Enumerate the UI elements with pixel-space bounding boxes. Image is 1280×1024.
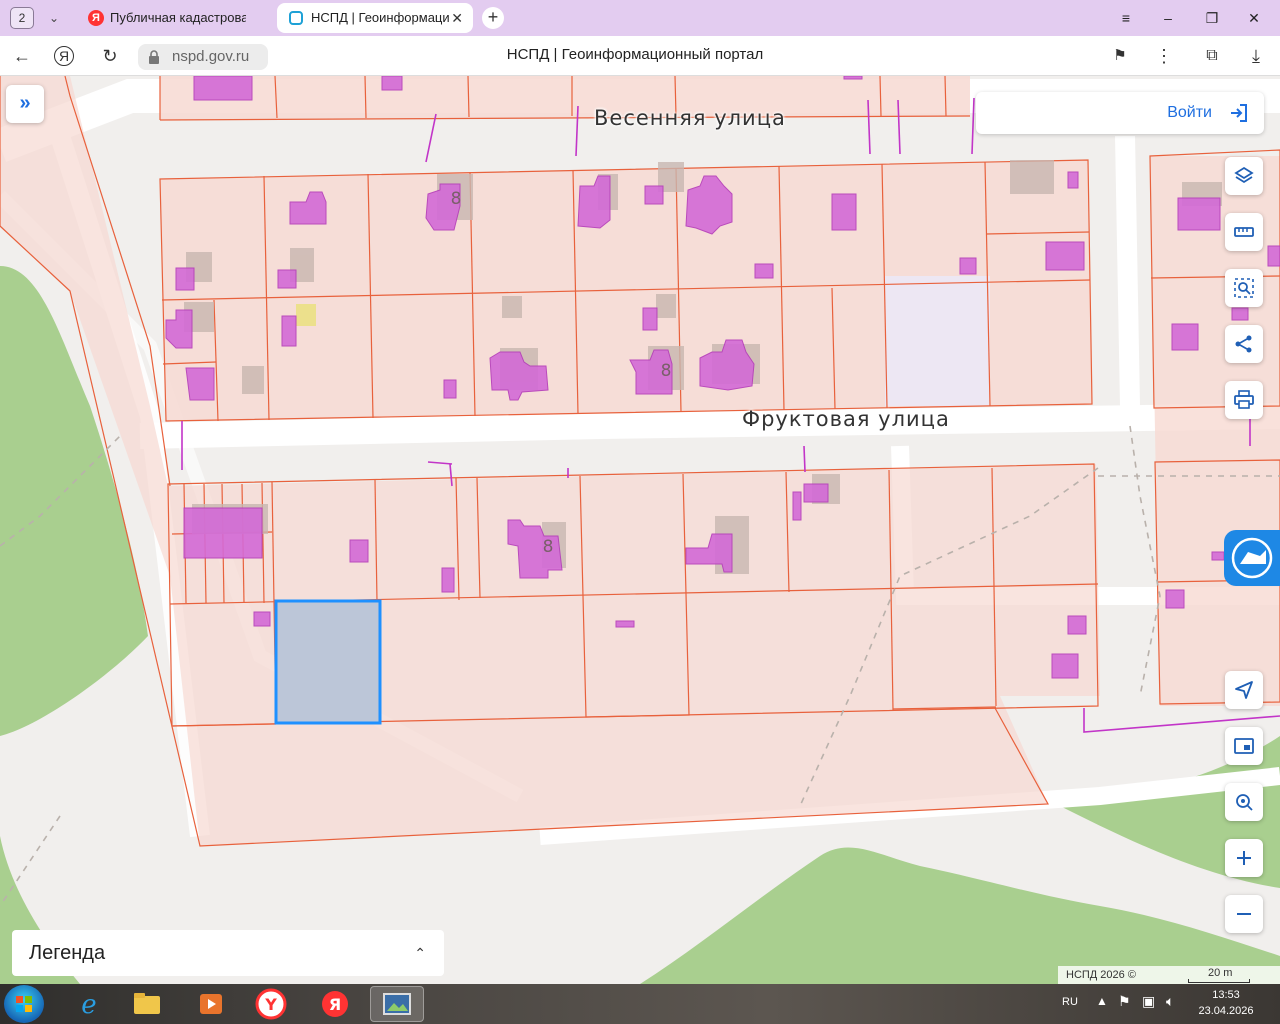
legend-dropdown[interactable]: Легенда ⌃⌄: [12, 930, 444, 976]
yandex-browser-icon: Y: [255, 988, 287, 1020]
download-icon[interactable]: ⤓: [1244, 44, 1268, 68]
media-player-icon: [200, 994, 222, 1014]
windows-taskbar: e Y Я RU ▲ ⚑ ▣ 🔈︎ 13:53 23.04.2026: [0, 984, 1280, 1024]
location-search-icon: [1236, 794, 1253, 811]
selected-parcel[interactable]: [274, 599, 382, 725]
login-icon: [1231, 104, 1247, 122]
share-icon: [1235, 335, 1252, 353]
tab-nspd[interactable]: НСПД | Геоинформаци ✕: [277, 3, 473, 33]
language-indicator[interactable]: RU: [1062, 996, 1078, 1008]
folder-icon: [134, 993, 160, 1014]
svg-text:e: e: [81, 990, 96, 1019]
layers-icon: [1234, 166, 1254, 184]
house-number: 8: [543, 537, 554, 557]
close-tab-icon[interactable]: ✕: [451, 3, 463, 33]
extensions-icon[interactable]: ⧉: [1200, 44, 1224, 68]
search-place-button[interactable]: [1225, 783, 1263, 821]
image-viewer-icon: [383, 993, 411, 1015]
chevron-down-icon[interactable]: ⌄: [44, 8, 64, 28]
yandex-favicon-icon: Я: [88, 10, 104, 26]
my-location-button[interactable]: [1225, 671, 1263, 709]
close-window-icon[interactable]: ✕: [1242, 6, 1266, 30]
network-icon[interactable]: ▣: [1142, 993, 1155, 1010]
attribution-text: НСПД 2026 ©: [1066, 969, 1136, 981]
area-search-icon: [1234, 278, 1254, 298]
start-button[interactable]: [4, 985, 44, 1023]
share-button[interactable]: [1225, 325, 1263, 363]
house-number: 8: [451, 189, 462, 209]
scale-bar: [1188, 979, 1250, 983]
login-button[interactable]: Войти: [976, 92, 1264, 134]
minus-icon: [1237, 913, 1251, 915]
address-bar: ← Я ↻ nspd.gov.ru НСПД | Геоинформационн…: [0, 36, 1280, 76]
more-options-icon[interactable]: ⋮: [1152, 44, 1176, 68]
navigation-arrow-icon: [1235, 681, 1253, 699]
measure-button[interactable]: [1225, 213, 1263, 251]
clock-time[interactable]: 13:53: [1198, 989, 1254, 1001]
select-area-button[interactable]: [1225, 269, 1263, 307]
zoom-in-button[interactable]: [1225, 839, 1263, 877]
plus-icon: [1237, 851, 1251, 865]
file-explorer-button[interactable]: [120, 986, 174, 1022]
house-number: 8: [661, 361, 672, 381]
clock-date[interactable]: 23.04.2026: [1194, 1005, 1258, 1017]
legend-label: Легенда: [29, 942, 106, 964]
map-canvas[interactable]: 8 8 8: [0, 76, 1280, 984]
street-label-fruktovaya: Фруктовая улица: [742, 407, 950, 431]
windows-logo-icon: [16, 996, 32, 1012]
zoom-out-button[interactable]: [1225, 895, 1263, 933]
internet-explorer-button[interactable]: e: [62, 986, 116, 1022]
expand-panel-button[interactable]: »: [6, 85, 44, 123]
printer-icon: [1234, 390, 1254, 409]
tab-title: Публичная кадастровая к: [110, 10, 246, 25]
minimap-icon: [1234, 738, 1254, 754]
nspd-favicon-icon: [289, 11, 303, 25]
layers-button[interactable]: [1225, 157, 1263, 195]
minimize-icon[interactable]: –: [1156, 6, 1180, 30]
print-button[interactable]: [1225, 381, 1263, 419]
yandex-app-button[interactable]: Я: [308, 986, 362, 1022]
volume-muted-icon[interactable]: 🔈︎: [1166, 993, 1174, 1010]
menu-icon[interactable]: ≡: [1114, 6, 1138, 30]
action-center-flag-icon[interactable]: ⚑: [1118, 993, 1131, 1010]
tab-counter[interactable]: 2: [10, 7, 34, 29]
restore-icon[interactable]: ❐: [1200, 6, 1224, 30]
svg-text:Я: Я: [329, 995, 341, 1014]
tab-cadastral-map[interactable]: Я Публичная кадастровая к: [80, 3, 270, 33]
street-label-vesennyaya: Весенняя улица: [594, 106, 786, 130]
tab-bar: 2 ⌄ Я Публичная кадастровая к НСПД | Гео…: [0, 0, 1280, 36]
map-assistant-icon: [1231, 537, 1273, 579]
scale-label: 20 m: [1208, 967, 1233, 979]
ruler-icon: [1234, 227, 1254, 237]
bookmark-icon[interactable]: ⚑: [1108, 44, 1132, 68]
yandex-icon: Я: [322, 991, 348, 1017]
expand-collapse-icon: ⌃⌄: [414, 945, 426, 961]
internet-explorer-icon: e: [81, 990, 96, 1019]
minimap-button[interactable]: [1225, 727, 1263, 765]
image-viewer-button[interactable]: [370, 986, 424, 1022]
media-player-button[interactable]: [184, 986, 238, 1022]
yandex-browser-button[interactable]: Y: [244, 986, 298, 1022]
cadastral-map[interactable]: 8 8 8 Весенняя улица Фруктовая улица » В…: [0, 76, 1280, 984]
page-title: НСПД | Геоинформационный портал: [506, 46, 764, 63]
show-hidden-icons[interactable]: ▲: [1096, 994, 1108, 1008]
new-tab-button[interactable]: +: [482, 7, 504, 29]
tab-title: НСПД | Геоинформаци: [311, 10, 450, 25]
svg-text:Y: Y: [264, 995, 277, 1014]
login-label: Войти: [1167, 104, 1212, 121]
assistant-tab-button[interactable]: [1224, 530, 1280, 586]
